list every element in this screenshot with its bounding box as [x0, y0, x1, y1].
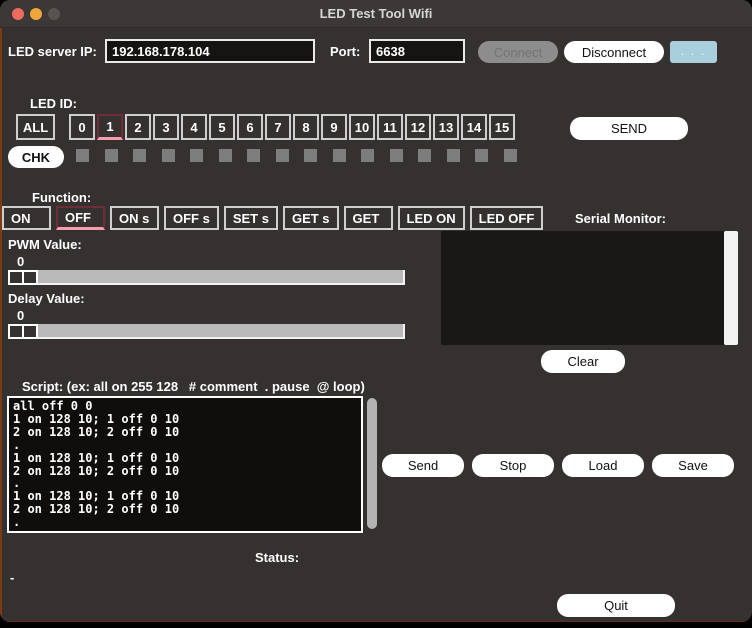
- close-window-icon[interactable]: [12, 8, 24, 20]
- chk-button[interactable]: CHK: [8, 146, 64, 168]
- ip-input[interactable]: [105, 39, 315, 63]
- led-id-button-13[interactable]: 13: [433, 114, 459, 140]
- led-id-button-1[interactable]: 1: [97, 114, 123, 140]
- led-all-button[interactable]: ALL: [16, 114, 55, 140]
- led-id-button-3[interactable]: 3: [153, 114, 179, 140]
- led-id-button-8[interactable]: 8: [293, 114, 319, 140]
- serial-monitor-output[interactable]: [441, 231, 724, 345]
- options-button[interactable]: . . .: [670, 41, 717, 63]
- minimize-window-icon[interactable]: [30, 8, 42, 20]
- disconnect-button[interactable]: Disconnect: [564, 41, 664, 63]
- script-scrollbar[interactable]: [367, 398, 377, 529]
- port-label: Port:: [330, 44, 360, 59]
- led-checkbox-10[interactable]: [361, 149, 374, 162]
- script-stop-button[interactable]: Stop: [472, 454, 554, 477]
- app-window: LED Test Tool Wifi LED server IP: Port: …: [0, 0, 752, 622]
- led-checkbox-9[interactable]: [333, 149, 346, 162]
- window-left-accent: [0, 28, 2, 622]
- port-input[interactable]: [369, 39, 465, 63]
- function-button-off-s[interactable]: OFF s: [164, 206, 219, 230]
- delay-slider-thumb[interactable]: [8, 324, 38, 339]
- led-checkbox-6[interactable]: [247, 149, 260, 162]
- function-button-led-on[interactable]: LED ON: [398, 206, 465, 230]
- pwm-slider-thumb[interactable]: [8, 270, 38, 285]
- led-id-button-9[interactable]: 9: [321, 114, 347, 140]
- led-checkbox-8[interactable]: [304, 149, 317, 162]
- led-checkbox-15[interactable]: [504, 149, 517, 162]
- led-checkbox-5[interactable]: [219, 149, 232, 162]
- led-id-button-15[interactable]: 15: [489, 114, 515, 140]
- led-id-button-12[interactable]: 12: [405, 114, 431, 140]
- pwm-slider[interactable]: [8, 270, 405, 285]
- led-checkbox-3[interactable]: [162, 149, 175, 162]
- function-button-get-s[interactable]: GET s: [283, 206, 339, 230]
- function-button-on[interactable]: ON: [2, 206, 51, 230]
- function-button-led-off[interactable]: LED OFF: [470, 206, 544, 230]
- led-id-button-6[interactable]: 6: [237, 114, 263, 140]
- led-checkbox-1[interactable]: [105, 149, 118, 162]
- pwm-value: 0: [17, 254, 24, 269]
- function-label: Function:: [32, 190, 91, 205]
- delay-slider[interactable]: [8, 324, 405, 339]
- send-command-button[interactable]: SEND: [570, 117, 688, 140]
- led-id-button-2[interactable]: 2: [125, 114, 151, 140]
- led-checkbox-0[interactable]: [76, 149, 89, 162]
- function-buttons: ONOFFON sOFF sSET sGET sGETLED ONLED OFF: [2, 206, 543, 230]
- function-button-set-s[interactable]: SET s: [224, 206, 278, 230]
- pwm-label: PWM Value:: [8, 237, 82, 252]
- led-id-button-14[interactable]: 14: [461, 114, 487, 140]
- led-id-button-11[interactable]: 11: [377, 114, 403, 140]
- window-title: LED Test Tool Wifi: [320, 6, 433, 21]
- led-checkbox-12[interactable]: [418, 149, 431, 162]
- led-checkbox-4[interactable]: [190, 149, 203, 162]
- title-bar: LED Test Tool Wifi: [0, 0, 752, 28]
- script-editor[interactable]: all off 0 0 1 on 128 10; 1 off 0 10 2 on…: [7, 396, 363, 533]
- led-id-button-4[interactable]: 4: [181, 114, 207, 140]
- status-label: Status:: [255, 550, 299, 565]
- clear-button[interactable]: Clear: [541, 350, 625, 373]
- led-id-label: LED ID:: [30, 96, 77, 111]
- serial-monitor-label: Serial Monitor:: [575, 211, 666, 226]
- script-label: Script: (ex: all on 255 128 # comment . …: [22, 379, 365, 394]
- led-checkbox-row: [76, 149, 517, 162]
- led-checkbox-13[interactable]: [447, 149, 460, 162]
- script-load-button[interactable]: Load: [562, 454, 644, 477]
- window-bottom-accent: [0, 621, 752, 622]
- led-id-buttons: 0123456789101112131415: [69, 114, 515, 140]
- script-save-button[interactable]: Save: [652, 454, 734, 477]
- quit-button[interactable]: Quit: [557, 594, 675, 617]
- connect-button: Connect: [478, 41, 558, 63]
- led-checkbox-14[interactable]: [475, 149, 488, 162]
- script-send-button[interactable]: Send: [382, 454, 464, 477]
- delay-label: Delay Value:: [8, 291, 85, 306]
- led-id-button-0[interactable]: 0: [69, 114, 95, 140]
- delay-value: 0: [17, 308, 24, 323]
- ip-label: LED server IP:: [8, 44, 97, 59]
- led-id-button-10[interactable]: 10: [349, 114, 375, 140]
- screen: LED Test Tool Wifi LED server IP: Port: …: [0, 0, 752, 628]
- function-button-get[interactable]: GET: [344, 206, 393, 230]
- zoom-window-icon: [48, 8, 60, 20]
- led-checkbox-7[interactable]: [276, 149, 289, 162]
- led-checkbox-2[interactable]: [133, 149, 146, 162]
- led-checkbox-11[interactable]: [390, 149, 403, 162]
- status-value: -: [10, 570, 14, 585]
- function-button-off[interactable]: OFF: [56, 206, 105, 230]
- led-id-button-7[interactable]: 7: [265, 114, 291, 140]
- function-button-on-s[interactable]: ON s: [110, 206, 159, 230]
- led-id-button-5[interactable]: 5: [209, 114, 235, 140]
- serial-monitor-scrollbar[interactable]: [724, 231, 738, 345]
